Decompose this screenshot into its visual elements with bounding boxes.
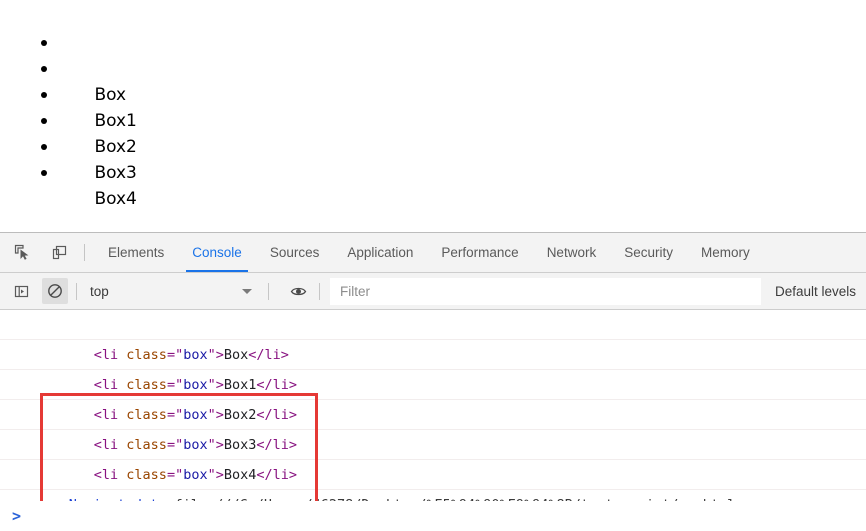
html-attr-value: box <box>183 377 208 393</box>
html-attr-eq: =" <box>166 347 184 363</box>
chevron-down-icon <box>242 289 252 294</box>
clear-console-icon[interactable] <box>42 278 68 304</box>
html-attr-close: "> <box>207 377 224 393</box>
list-item: Box3 <box>0 108 137 183</box>
console-row[interactable]: <li class="box">Box</li> <box>0 310 866 363</box>
html-tag-close: </li> <box>256 407 298 423</box>
tab-memory[interactable]: Memory <box>687 233 764 272</box>
html-attr-eq: =" <box>166 377 184 393</box>
list-item: Box2 <box>0 82 137 157</box>
list-item-label: Box4 <box>94 189 137 209</box>
html-tag-open: <li <box>93 437 127 453</box>
html-attr-name: class <box>126 437 167 453</box>
html-tag-close: </li> <box>248 347 289 363</box>
web-page-viewport: Box Box1 Box2 Box3 Box4 <box>0 0 866 232</box>
tab-application[interactable]: Application <box>333 233 427 272</box>
bullet-icon <box>41 118 47 124</box>
prompt-chevron-icon: > <box>12 507 22 525</box>
list-item: Box1 <box>0 56 137 131</box>
filter-input[interactable] <box>330 277 761 305</box>
html-tag-close: </li> <box>256 467 298 483</box>
device-toolbar-icon[interactable] <box>44 238 74 268</box>
html-attr-eq: =" <box>166 407 184 423</box>
list-item: Box <box>0 30 137 105</box>
console-filter-toolbar: top Default levels <box>0 273 866 310</box>
html-attr-value: box <box>183 407 208 423</box>
html-attr-close: "> <box>207 467 224 483</box>
execution-context-dropdown[interactable]: top <box>85 278 260 304</box>
list-item <box>0 160 137 186</box>
html-attr-name: class <box>126 407 167 423</box>
html-text-content: Box <box>223 347 249 363</box>
html-text-content: Box1 <box>223 377 257 393</box>
log-levels-dropdown[interactable]: Default levels <box>760 273 866 309</box>
html-tag-open: <li <box>93 347 127 363</box>
list-item: Box4 <box>0 134 137 209</box>
execution-context-label: top <box>90 283 109 299</box>
console-message-area[interactable]: <li class="box">Box</li> <li class="box"… <box>0 310 866 531</box>
html-tag-close: </li> <box>256 377 298 393</box>
html-attr-close: "> <box>207 407 224 423</box>
console-prompt-row[interactable]: > <box>0 501 866 531</box>
bullet-icon <box>41 170 47 176</box>
html-tag-open: <li <box>93 467 127 483</box>
html-attr-eq: =" <box>166 437 184 453</box>
html-attr-value: box <box>183 467 208 483</box>
html-tag-open: <li <box>93 407 127 423</box>
html-text-content: Box4 <box>223 467 257 483</box>
box-list: Box Box1 Box2 Box3 Box4 <box>0 30 137 209</box>
html-attr-value: box <box>183 437 208 453</box>
filterbar-divider <box>268 282 269 300</box>
tab-console[interactable]: Console <box>178 233 256 272</box>
tab-sources[interactable]: Sources <box>256 233 334 272</box>
html-attr-name: class <box>126 467 167 483</box>
html-text-content: Box3 <box>223 437 257 453</box>
html-tag-close: </li> <box>256 437 298 453</box>
bullet-icon <box>41 92 47 98</box>
console-sidebar-icon[interactable] <box>8 278 34 304</box>
filterbar-divider <box>319 282 320 300</box>
filterbar-divider <box>76 282 77 300</box>
html-text-content: Box2 <box>223 407 257 423</box>
html-attr-name: class <box>126 347 167 363</box>
bullet-icon <box>41 66 47 72</box>
tab-network[interactable]: Network <box>533 233 611 272</box>
devtools-panel: Elements Console Sources Application Per… <box>0 232 866 531</box>
inspect-element-icon[interactable] <box>7 238 37 268</box>
live-expression-eye-icon[interactable] <box>285 278 311 304</box>
tab-security[interactable]: Security <box>610 233 687 272</box>
html-attr-name: class <box>126 377 167 393</box>
html-attr-close: "> <box>207 347 224 363</box>
html-tag-open: <li <box>93 377 127 393</box>
html-attr-value: box <box>183 347 208 363</box>
html-attr-close: "> <box>207 437 224 453</box>
console-prompt-input[interactable] <box>21 503 866 529</box>
bullet-icon <box>41 40 47 46</box>
bullet-icon <box>41 144 47 150</box>
tab-performance[interactable]: Performance <box>427 233 532 272</box>
devtools-tabbar: Elements Console Sources Application Per… <box>0 233 866 273</box>
html-attr-eq: =" <box>166 467 184 483</box>
toolbar-divider <box>84 244 85 261</box>
tab-elements[interactable]: Elements <box>94 233 178 272</box>
